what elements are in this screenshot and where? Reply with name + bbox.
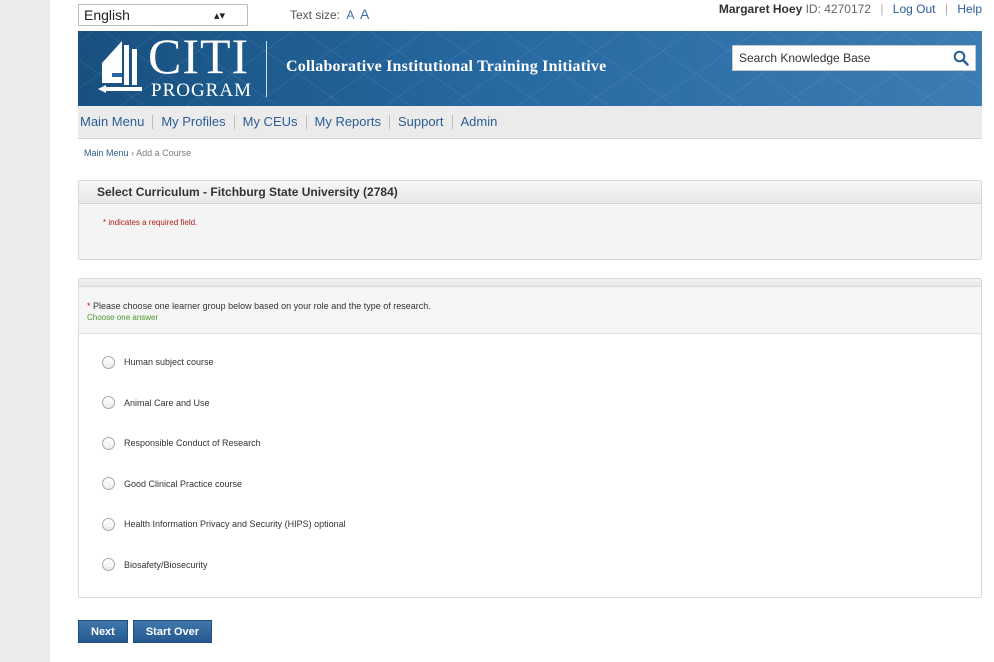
radio-button[interactable] xyxy=(102,477,115,491)
help-link[interactable]: Help xyxy=(957,2,982,16)
panel-header-strip xyxy=(79,279,981,287)
breadcrumb-home-link[interactable]: Main Menu xyxy=(84,148,129,158)
radio-button[interactable] xyxy=(102,517,115,531)
logo-text-program: PROGRAM xyxy=(151,80,252,101)
required-field-note: * indicates a required field. xyxy=(103,218,198,227)
next-button[interactable]: Next xyxy=(78,620,128,643)
curriculum-title: Select Curriculum - Fitchburg State Univ… xyxy=(79,181,981,204)
main-nav: Main Menu My Profiles My CEUs My Reports… xyxy=(78,106,982,139)
logo-text-citi: CITI xyxy=(148,31,250,84)
separator: | xyxy=(880,2,884,16)
option-label: Biosafety/Biosecurity xyxy=(124,559,208,570)
text-size-control: Text size: A A xyxy=(290,6,369,22)
radio-button[interactable] xyxy=(102,558,115,572)
question-block: * Please choose one learner group below … xyxy=(79,287,981,334)
text-size-label: Text size: xyxy=(290,8,341,22)
nav-item-my-profiles[interactable]: My Profiles xyxy=(153,115,235,129)
learner-group-panel: * Please choose one learner group below … xyxy=(78,278,982,598)
learner-group-options: Human subject course Animal Care and Use… xyxy=(79,334,981,585)
citi-logo-mark-icon xyxy=(98,41,142,93)
radio-button[interactable] xyxy=(102,355,115,369)
header-banner: CITI PROGRAM Collaborative Institutional… xyxy=(78,31,982,106)
breadcrumb-current: Add a Course xyxy=(136,148,192,158)
option-label: Responsible Conduct of Research xyxy=(124,438,261,449)
question-label: Please choose one learner group below ba… xyxy=(93,301,431,311)
radio-button[interactable] xyxy=(102,396,115,410)
text-size-small-button[interactable]: A xyxy=(346,8,353,22)
option-label: Animal Care and Use xyxy=(124,397,210,408)
user-bar: Margaret Hoey ID: 4270172 | Log Out | He… xyxy=(719,2,982,16)
knowledge-base-search xyxy=(732,45,976,71)
top-utility-bar: English ▴▾ Text size: A A Margaret Hoey … xyxy=(78,0,982,30)
separator: | xyxy=(944,2,948,16)
nav-item-my-reports[interactable]: My Reports xyxy=(307,115,390,129)
citi-logo[interactable]: CITI PROGRAM xyxy=(96,31,256,101)
option-label: Health Information Privacy and Security … xyxy=(124,519,346,530)
breadcrumb: Main Menu › Add a Course xyxy=(84,148,982,158)
form-buttons: Next Start Over xyxy=(78,620,982,643)
question-text: * Please choose one learner group below … xyxy=(87,301,981,311)
question-hint: Choose one answer xyxy=(87,313,159,322)
chevron-down-icon: ▴▾ xyxy=(213,10,225,22)
option-responsible-conduct[interactable]: Responsible Conduct of Research xyxy=(79,423,981,464)
nav-item-admin[interactable]: Admin xyxy=(453,115,506,129)
logout-link[interactable]: Log Out xyxy=(893,2,936,16)
nav-item-my-ceus[interactable]: My CEUs xyxy=(235,115,307,129)
language-select[interactable]: English ▴▾ xyxy=(78,4,248,26)
search-input[interactable] xyxy=(733,46,933,70)
option-label: Human subject course xyxy=(124,357,214,368)
option-animal-care[interactable]: Animal Care and Use xyxy=(79,383,981,424)
curriculum-panel: Select Curriculum - Fitchburg State Univ… xyxy=(78,180,982,260)
start-over-button[interactable]: Start Over xyxy=(132,620,213,643)
option-biosafety[interactable]: Biosafety/Biosecurity xyxy=(79,545,981,586)
option-human-subject[interactable]: Human subject course xyxy=(79,342,981,383)
page: English ▴▾ Text size: A A Margaret Hoey … xyxy=(78,0,982,643)
breadcrumb-separator: › xyxy=(131,148,135,158)
radio-button[interactable] xyxy=(102,436,115,450)
option-good-clinical-practice[interactable]: Good Clinical Practice course xyxy=(79,464,981,505)
banner-divider xyxy=(266,41,267,97)
language-value: English xyxy=(84,7,130,23)
text-size-large-button[interactable]: A xyxy=(360,6,369,22)
nav-item-main-menu[interactable]: Main Menu xyxy=(78,115,154,129)
banner-tagline: Collaborative Institutional Training Ini… xyxy=(286,58,607,75)
search-icon[interactable] xyxy=(953,50,969,71)
nav-item-support[interactable]: Support xyxy=(390,115,453,129)
required-mark: * xyxy=(87,301,91,311)
option-label: Good Clinical Practice course xyxy=(124,478,243,489)
user-name: Margaret Hoey xyxy=(718,2,803,16)
user-id: ID: 4270172 xyxy=(805,2,871,16)
option-hips[interactable]: Health Information Privacy and Security … xyxy=(79,504,981,545)
left-gutter xyxy=(0,0,50,662)
